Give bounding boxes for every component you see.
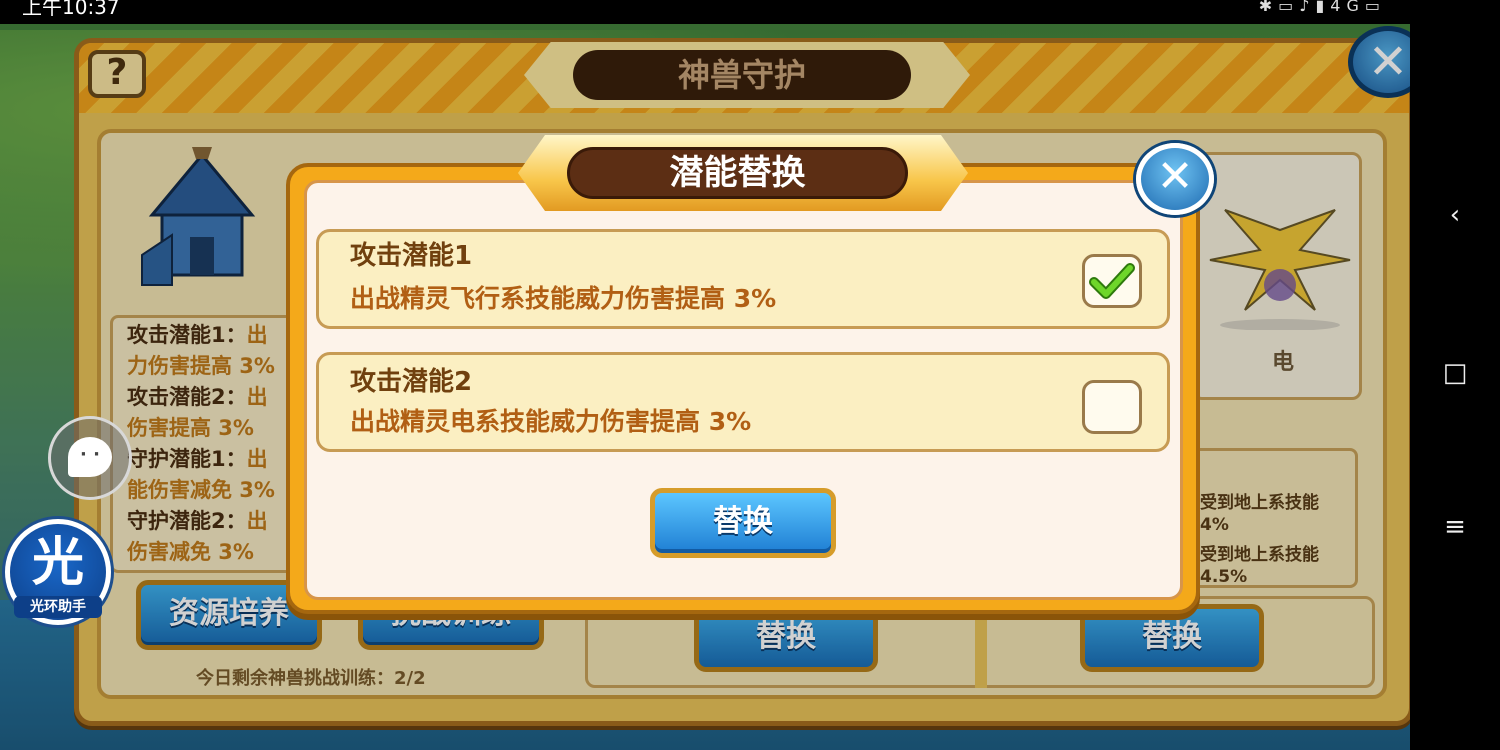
dialog-close-button[interactable]: ✕ <box>1136 143 1214 215</box>
menu-icon[interactable]: ≡ <box>1410 512 1500 542</box>
bluetooth-icon: ✱ <box>1258 0 1279 15</box>
chat-face-icon: · · <box>68 437 112 477</box>
system-nav-bar: ‹ □ ≡ <box>1410 0 1500 750</box>
signal-icon: ▮ <box>1315 0 1331 15</box>
mute-icon: ♪ <box>1299 0 1316 15</box>
halo-assistant-char: 光 <box>31 533 84 593</box>
option-1-description: 出战精灵飞行系技能威力伤害提高 3% <box>350 284 777 313</box>
back-icon[interactable]: ‹ <box>1410 200 1500 230</box>
network-label: 4G <box>1330 0 1365 15</box>
option-2-checkbox[interactable] <box>1082 380 1142 434</box>
option-2-description: 出战精灵电系技能威力伤害提高 3% <box>350 407 752 436</box>
status-time: 上午10:37 <box>22 0 120 19</box>
halo-assistant-label: 光环助手 <box>14 596 102 618</box>
home-icon[interactable]: □ <box>1410 358 1500 388</box>
checkmark-icon <box>1089 263 1135 299</box>
confirm-swap-button[interactable]: 替换 <box>650 488 836 558</box>
status-bar: 上午10:37 ✱▭♪▮4G▭ <box>0 0 1410 24</box>
status-icons: ✱▭♪▮4G▭ <box>1259 0 1386 15</box>
option-1-title: 攻击潜能1 <box>350 241 473 271</box>
dialog-title: 潜能替换 <box>567 147 908 199</box>
option-2-title: 攻击潜能2 <box>350 367 473 397</box>
battery-icon: ▭ <box>1364 0 1386 15</box>
vibrate-icon: ▭ <box>1278 0 1300 15</box>
